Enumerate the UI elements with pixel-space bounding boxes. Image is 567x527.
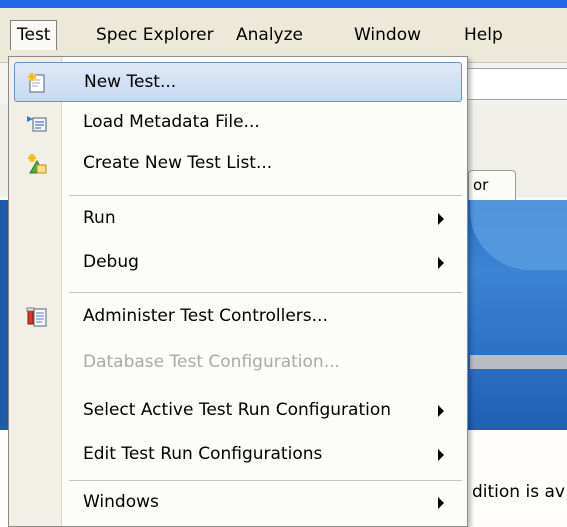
menu-item-label: Edit Test Run Configurations [83, 444, 323, 464]
menu-item-label: Administer Test Controllers... [83, 306, 328, 326]
submenu-arrow-icon [438, 405, 444, 417]
menu-item-load-metadata[interactable]: Load Metadata File... [14, 103, 462, 143]
submenu-arrow-icon [438, 449, 444, 461]
menu-bar: Test Spec Explorer Analyze Window Help [0, 8, 567, 63]
menu-item-debug[interactable]: Debug [14, 243, 462, 283]
background-tab-label: or [473, 176, 489, 194]
menu-item-label: Run [83, 208, 116, 228]
menu-item-label: Database Test Configuration... [83, 352, 340, 372]
menu-spec-explorer[interactable]: Spec Explorer [90, 20, 220, 50]
menu-item-windows[interactable]: Windows [14, 483, 462, 523]
background-gray-strip [470, 355, 567, 369]
menu-analyze[interactable]: Analyze [230, 20, 309, 50]
new-test-list-icon [28, 154, 47, 174]
menu-item-label: Load Metadata File... [83, 112, 260, 132]
menu-separator [69, 480, 462, 481]
background-search-input[interactable] [463, 68, 567, 100]
menu-item-label: Create New Test List... [83, 153, 273, 173]
menu-item-label: Windows [83, 492, 159, 512]
menu-item-database-test-configuration: Database Test Configuration... [14, 343, 462, 383]
menu-item-run[interactable]: Run [14, 199, 462, 239]
menu-spec-explorer-label: Spec Explorer [96, 25, 214, 45]
test-controllers-icon [26, 307, 47, 327]
window-top-edge [0, 0, 567, 8]
menu-help[interactable]: Help [458, 20, 509, 50]
menu-item-label: New Test... [84, 72, 177, 92]
submenu-arrow-icon [438, 497, 444, 509]
submenu-arrow-icon [438, 213, 444, 225]
background-tab[interactable]: or [468, 170, 516, 202]
menu-item-create-test-list[interactable]: Create New Test List... [14, 144, 462, 184]
menu-item-select-active-test-run-configuration[interactable]: Select Active Test Run Configuration [14, 391, 462, 431]
menu-analyze-label: Analyze [236, 25, 303, 45]
menu-item-label: Debug [83, 252, 139, 272]
menu-item-label: Select Active Test Run Configuration [83, 400, 392, 420]
background-text: dition is av [472, 482, 565, 502]
menu-test[interactable]: Test [10, 20, 58, 50]
menu-window-label: Window [354, 25, 422, 45]
menu-test-label: Test [17, 25, 51, 45]
test-menu-dropdown: New Test... Load Metadata File... Create… [8, 56, 468, 527]
new-test-icon [28, 73, 45, 93]
menu-window[interactable]: Window [348, 20, 427, 50]
menu-separator [69, 292, 462, 293]
menu-item-new-test[interactable]: New Test... [14, 62, 462, 102]
menu-item-edit-test-run-configurations[interactable]: Edit Test Run Configurations [14, 435, 462, 475]
menu-item-administer-test-controllers[interactable]: Administer Test Controllers... [14, 297, 462, 337]
load-metadata-icon [27, 116, 47, 132]
menu-help-label: Help [464, 25, 503, 45]
menu-separator [69, 195, 462, 196]
submenu-arrow-icon [438, 257, 444, 269]
